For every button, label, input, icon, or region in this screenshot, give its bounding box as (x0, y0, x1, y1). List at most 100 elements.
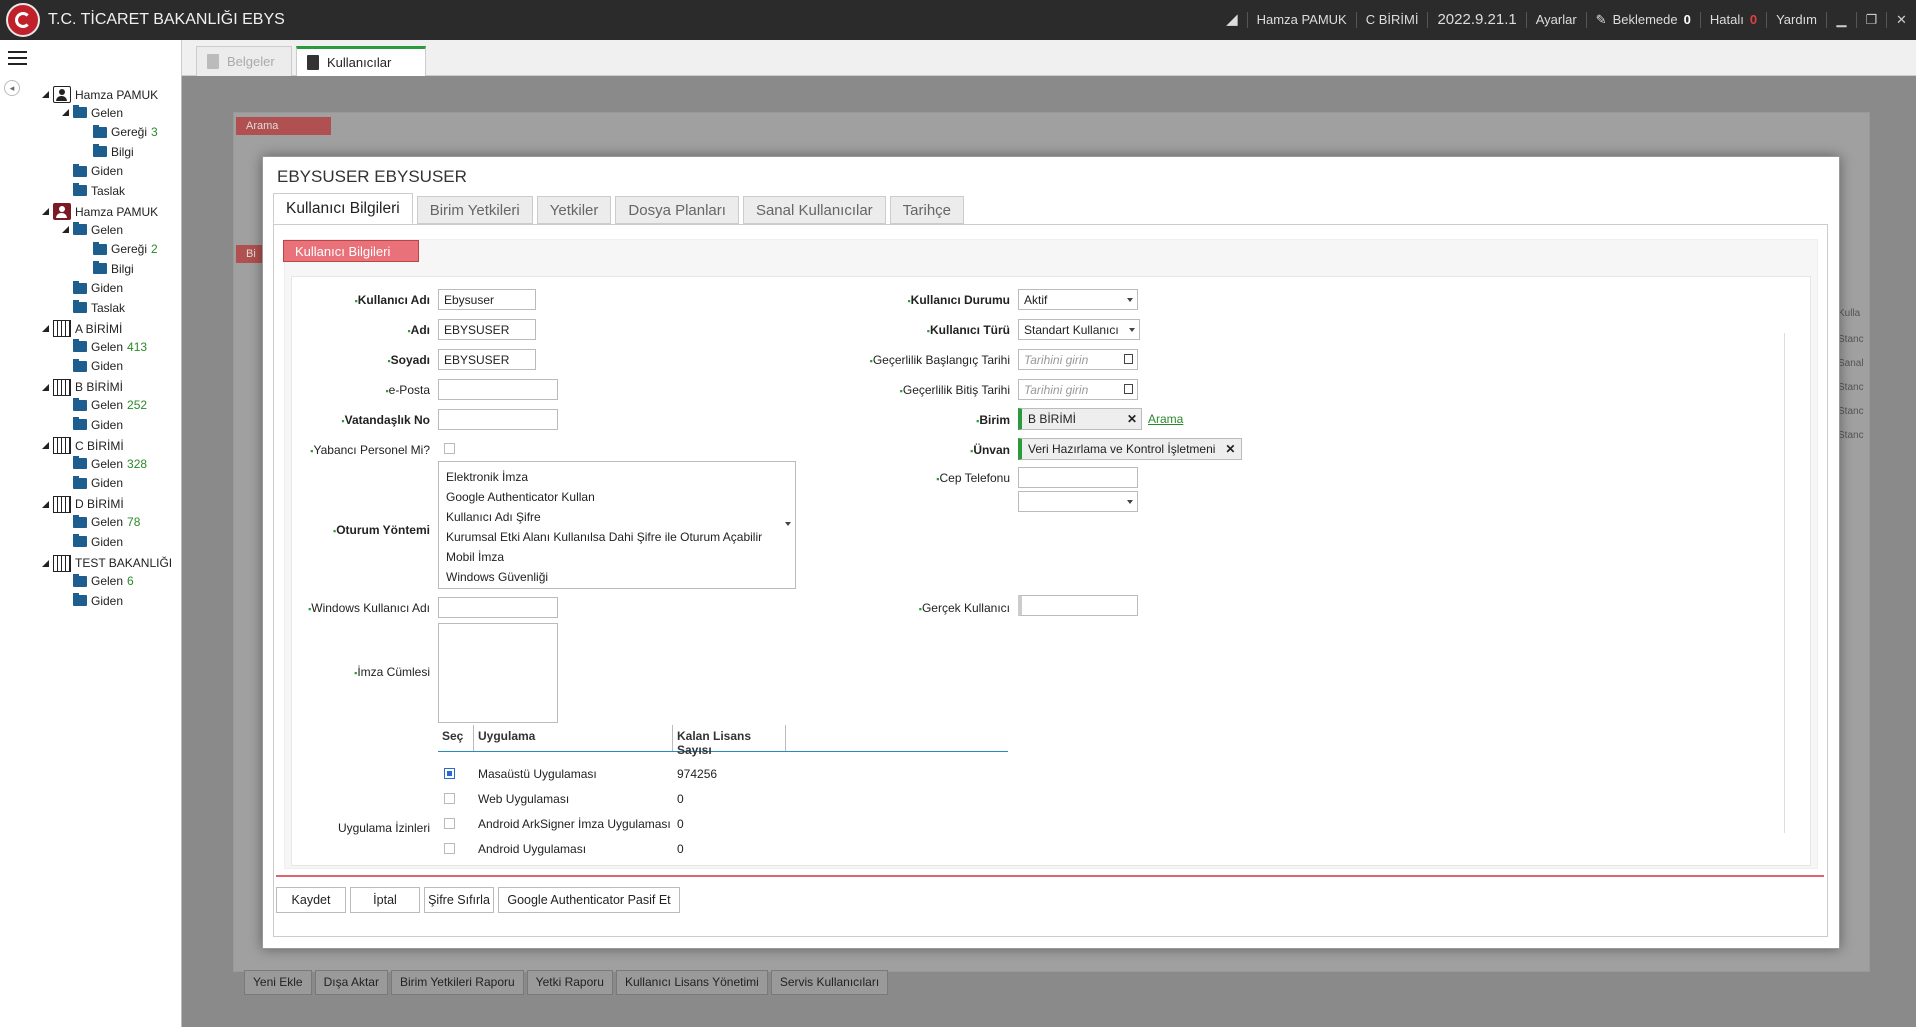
tree-node[interactable]: Giden (62, 163, 123, 178)
surname-input[interactable]: EBYSUSER (438, 349, 536, 370)
username-input[interactable]: Ebysuser (438, 289, 536, 310)
expand-icon[interactable] (62, 109, 69, 117)
tree-node[interactable]: Giden (62, 280, 123, 295)
help-link[interactable]: Yardım (1766, 12, 1826, 28)
login-method-list[interactable]: Elektronik İmza Google Authenticator Kul… (438, 461, 796, 589)
tab-file-plans[interactable]: Dosya Planları (615, 196, 739, 224)
tree-node[interactable]: Gelen 78 (62, 514, 140, 529)
unit-tag[interactable]: B BİRİMİ ✕ (1018, 408, 1142, 430)
name-input[interactable]: EBYSUSER (438, 319, 536, 340)
bg-new-button[interactable]: Yeni Ekle (244, 970, 312, 995)
row-checkbox[interactable] (444, 767, 455, 779)
login-option[interactable]: Elektronik İmza (439, 468, 795, 488)
expand-icon[interactable] (62, 226, 69, 234)
minimize-icon[interactable]: ▁ (1826, 12, 1856, 28)
tree-node[interactable]: Gelen 413 (62, 339, 147, 354)
table-row[interactable]: Web Uygulaması 0 (438, 786, 684, 811)
remove-icon[interactable]: ✕ (1127, 412, 1137, 426)
tree-node[interactable]: Giden (62, 534, 123, 549)
tree-node[interactable]: Giden (62, 475, 123, 490)
tree-node[interactable]: TEST BAKANLIĞI (42, 554, 172, 572)
type-select[interactable]: Standart Kullanıcı (1018, 319, 1140, 340)
tree-node[interactable]: B BİRİMİ (42, 378, 123, 396)
login-option[interactable]: Kurumsal Etki Alanı Kullanılsa Dahi Şifr… (439, 528, 795, 548)
signature-textarea[interactable] (438, 623, 558, 723)
bg-unit-report-button[interactable]: Birim Yetkileri Raporu (390, 970, 524, 995)
row-checkbox[interactable] (444, 792, 455, 804)
foreign-checkbox[interactable] (444, 443, 455, 454)
tree-node[interactable]: Giden (62, 593, 123, 608)
end-date-input[interactable]: Tarihini girin (1018, 379, 1138, 400)
form-scrollbar[interactable] (1784, 333, 1790, 833)
tab-belgeler[interactable]: Belgeler (196, 46, 292, 76)
tree-node[interactable]: Gelen 252 (62, 397, 147, 412)
menu-toggle[interactable] (0, 40, 182, 76)
tree-node[interactable]: Gereği 3 (82, 124, 158, 139)
table-row[interactable]: Android Uygulaması 0 (438, 836, 684, 861)
login-option[interactable]: Kullanıcı Adı Şifre (439, 508, 795, 528)
pending-status[interactable]: ✎ Beklemede 0 (1585, 12, 1700, 28)
unit-search-link[interactable]: Arama (1148, 412, 1183, 426)
tree-node[interactable]: Hamza PAMUK (42, 203, 158, 221)
login-option[interactable]: Mobil İmza (439, 548, 795, 568)
real-user-input[interactable] (1018, 595, 1138, 616)
restore-icon[interactable]: ❐ (1856, 12, 1886, 28)
google-auth-disable-button[interactable]: Google Authenticator Pasif Et (498, 887, 680, 913)
tree-node[interactable]: C BİRİMİ (42, 437, 124, 455)
login-option[interactable]: Windows Güvenliği (439, 568, 795, 588)
reset-password-button[interactable]: Şifre Sıfırla (424, 887, 494, 913)
phone-country-select[interactable] (1018, 491, 1138, 512)
status-select[interactable]: Aktif (1018, 289, 1138, 310)
tree-node[interactable]: Gelen (62, 222, 123, 237)
bg-auth-report-button[interactable]: Yetki Raporu (526, 970, 613, 995)
expand-icon[interactable] (42, 442, 49, 450)
calendar-icon[interactable] (1124, 384, 1133, 394)
row-checkbox[interactable] (444, 842, 455, 854)
collapse-sidebar-icon[interactable]: ◂ (4, 80, 20, 96)
calendar-icon[interactable] (1124, 354, 1133, 364)
settings-link[interactable]: Ayarlar (1525, 12, 1586, 28)
tree-node[interactable]: A BİRİMİ (42, 320, 122, 338)
tab-history[interactable]: Tarihçe (889, 196, 965, 224)
error-status[interactable]: Hatalı 0 (1699, 12, 1766, 28)
title-tag[interactable]: Veri Hazırlama ve Kontrol İşletmeni ✕ (1018, 438, 1243, 460)
expand-icon[interactable] (42, 559, 49, 567)
expand-icon[interactable] (42, 325, 49, 333)
start-date-input[interactable]: Tarihini girin (1018, 349, 1138, 370)
table-row[interactable]: Android ArkSigner İmza Uygulaması 0 (438, 811, 684, 836)
expand-icon[interactable] (42, 208, 49, 216)
bg-service-users-button[interactable]: Servis Kullanıcıları (770, 970, 889, 995)
expand-icon[interactable] (42, 383, 49, 391)
tab-kullanicilar[interactable]: Kullanıcılar (296, 46, 426, 76)
tab-user-info[interactable]: Kullanıcı Bilgileri (273, 193, 413, 224)
tree-node[interactable]: Gelen (62, 105, 123, 120)
row-checkbox[interactable] (444, 817, 455, 829)
tree-node[interactable]: D BİRİMİ (42, 495, 124, 513)
tree-node[interactable]: Bilgi (82, 261, 134, 276)
tab-unit-permissions[interactable]: Birim Yetkileri (416, 196, 533, 224)
tree-node[interactable]: Gelen 6 (62, 573, 134, 588)
cancel-button[interactable]: İptal (350, 887, 420, 913)
tree-node[interactable]: Giden (62, 358, 123, 373)
tree-node[interactable]: Hamza PAMUK (42, 86, 158, 103)
tree-node[interactable]: Giden (62, 417, 123, 432)
save-button[interactable]: Kaydet (276, 887, 346, 913)
tree-node[interactable]: Taslak (62, 183, 125, 198)
table-row[interactable]: Masaüstü Uygulaması 974256 (438, 761, 717, 786)
win-user-input[interactable] (438, 597, 558, 618)
login-option[interactable]: Google Authenticator Kullan (439, 488, 795, 508)
close-icon[interactable]: ✕ (1886, 12, 1916, 28)
current-unit[interactable]: C BİRİMİ (1355, 12, 1428, 28)
tc-input[interactable] (438, 409, 558, 430)
expand-icon[interactable] (42, 91, 49, 98)
tree-node[interactable]: Bilgi (82, 144, 134, 159)
bg-export-button[interactable]: Dışa Aktar (314, 970, 388, 995)
tree-node[interactable]: Gelen 328 (62, 456, 147, 471)
tab-virtual-users[interactable]: Sanal Kullanıcılar (742, 196, 886, 224)
email-input[interactable] (438, 379, 558, 400)
bg-license-button[interactable]: Kullanıcı Lisans Yönetimi (615, 970, 768, 995)
tree-node[interactable]: Gereği 2 (82, 241, 158, 256)
tab-permissions[interactable]: Yetkiler (536, 196, 612, 224)
tree-node[interactable]: Taslak (62, 300, 125, 315)
expand-icon[interactable] (42, 500, 49, 508)
